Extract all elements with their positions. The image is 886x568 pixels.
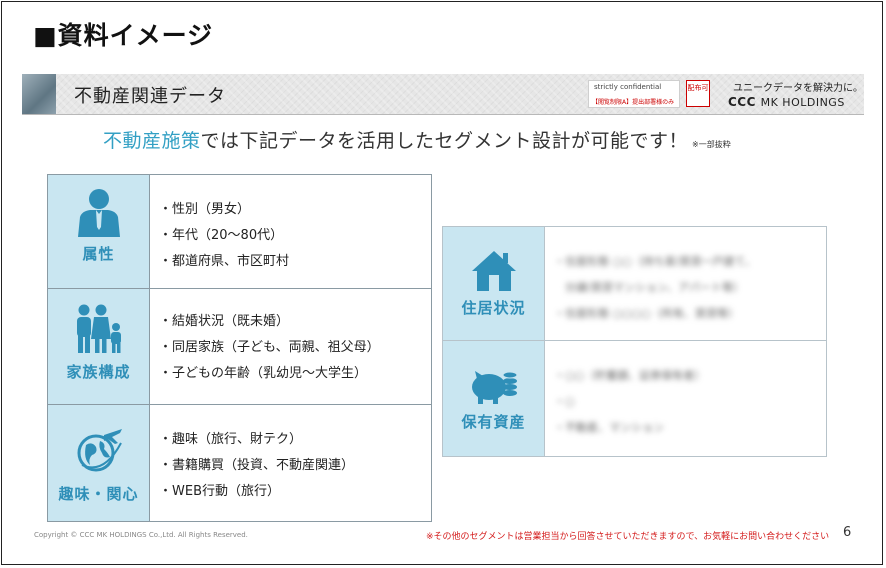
copyright-text: Copyright © CCC MK HOLDINGS Co.,Ltd. All… [34,531,248,539]
segment-item: ・不動産、マンション [554,421,664,434]
family-icon [77,304,121,353]
confidential-label: strictly confidential [594,83,662,91]
segment-items: ・趣味（旅行、財テク） ・書籍購買（投資、不動産関連） ・WEB行動（旅行） [159,427,354,505]
category-label: 属性 [82,245,115,263]
segment-item: ・書籍購買（投資、不動産関連） [159,458,355,473]
header-banner: 不動産関連データ strictly confidential 【閲覧制限A】提出… [22,74,864,115]
segment-item: ・子どもの年齢（乳幼児〜大学生） [159,366,368,381]
category-cell: 住居状況 [443,227,545,340]
headline-highlight: 不動産施策 [103,130,201,152]
person-icon [78,189,120,237]
house-icon [472,251,516,291]
category-cell: 保有資産 [443,341,545,456]
segment-items: ・結婚状況（既未婚） ・同居家族（子ども、両親、祖父母） ・子どもの年齢（乳幼児… [159,309,380,387]
segment-item: ・○○（貯蓄額、証券保有者） [554,369,706,382]
category-label: 保有資産 [461,413,526,431]
confidential-box: strictly confidential 【閲覧制限A】提出部署様のみ [588,80,680,108]
logo-sub: MK HOLDINGS [760,96,845,109]
headline-text: では下記データを活用したセグメント設計が可能です！ [200,130,689,152]
segment-item: ・年代（20〜80代） [159,228,284,243]
banner-title: 不動産関連データ [74,86,226,107]
page-title: ■資料イメージ [33,21,214,50]
segment-row-interests: 趣味・関心 ・趣味（旅行、財テク） ・書籍購買（投資、不動産関連） ・WEB行動… [48,405,431,521]
category-label: 趣味・関心 [58,485,139,503]
headline: 不動産施策では下記データを活用したセグメント設計が可能です！ ※一部抜粋 [103,126,731,153]
footnote-text: ※その他のセグメントは営業担当から回答させていただきますので、お気軽にお問い合わ… [426,532,830,542]
segment-item: ・○ [554,395,575,408]
segment-items: ・性別（男女） ・年代（20〜80代） ・都道府県、市区町村 [159,197,289,275]
segment-row-family: 家族構成 ・結婚状況（既未婚） ・同居家族（子ども、両親、祖父母） ・子どもの年… [48,289,431,405]
segment-item: ・結婚状況（既未婚） [159,314,290,329]
segment-table-left: 属性 ・性別（男女） ・年代（20〜80代） ・都道府県、市区町村 家族構成 ・… [47,174,432,522]
page-number: 6 [843,525,852,540]
segment-item: ・性別（男女） [159,202,251,217]
category-label: 住居状況 [461,299,526,317]
segment-row-housing: 住居状況 ・住居形態 ○○（持ち家/賃貸一戸建て、 分譲/賃貸マンション、アパー… [443,227,826,341]
company-logo: CCC MK HOLDINGS [728,95,845,109]
category-label: 家族構成 [66,363,131,381]
category-cell: 家族構成 [48,289,150,404]
banner-photo [22,74,56,114]
segment-item: ・住居形態 ○○（持ち家/賃貸一戸建て、 [554,255,756,268]
segment-items-blurred: ・住居形態 ○○（持ち家/賃貸一戸建て、 分譲/賃貸マンション、アパート等） ・… [554,249,756,327]
segment-item: 分譲/賃貸マンション、アパート等） [554,281,744,294]
segment-item: ・趣味（旅行、財テク） [159,432,303,447]
segment-items-blurred: ・○○（貯蓄額、証券保有者） ・○ ・不動産、マンション [554,363,705,441]
segment-table-right: 住居状況 ・住居形態 ○○（持ち家/賃貸一戸建て、 分譲/賃貸マンション、アパー… [442,226,827,457]
travel-globe-icon [77,429,122,472]
segment-row-assets: 保有資産 ・○○（貯蓄額、証券保有者） ・○ ・不動産、マンション [443,341,826,456]
segment-item: ・住居形態 ○○○○（所有、賃貸等） [554,307,739,320]
segment-item: ・同居家族（子ども、両親、祖父母） [159,340,380,355]
segment-row-attributes: 属性 ・性別（男女） ・年代（20〜80代） ・都道府県、市区町村 [48,175,431,289]
confidential-note: 【閲覧制限A】提出部署様のみ [592,99,675,106]
company-tagline: ユニークデータを解決力に。 [733,83,863,94]
piggy-bank-icon [472,371,518,404]
segment-item: ・都道府県、市区町村 [159,254,290,269]
logo-main: CCC [728,95,756,109]
distribution-stamp: 配布可 [686,80,710,107]
category-cell: 趣味・関心 [48,405,150,521]
category-cell: 属性 [48,175,150,288]
headline-note: ※一部抜粋 [692,140,731,149]
segment-item: ・WEB行動（旅行） [159,484,280,499]
